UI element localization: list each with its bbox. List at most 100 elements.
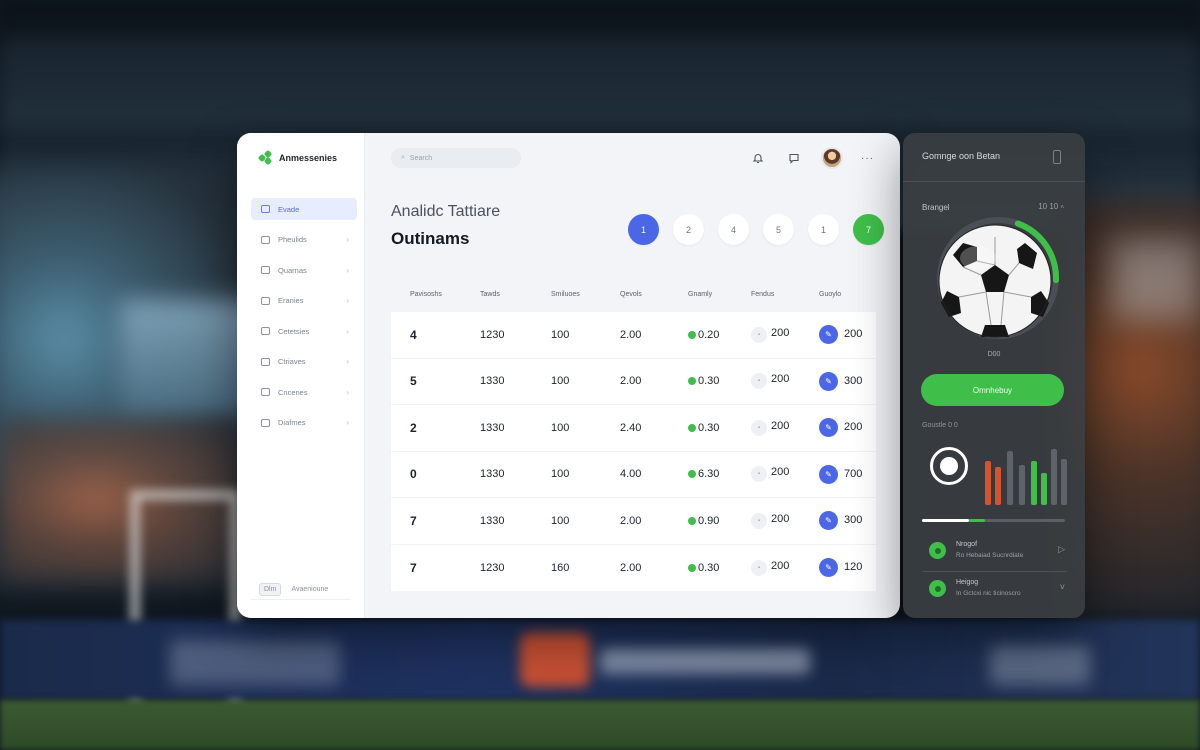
chip-icon: ▪ [751,512,767,529]
topbar-actions: ··· [749,147,874,169]
sidebar-item-7[interactable]: Cncenes › [251,381,357,403]
column-header[interactable]: Tawds [480,291,551,298]
notification-icon[interactable] [749,149,767,167]
page-button[interactable]: 4 [718,214,749,245]
status-dot-icon [688,377,696,386]
cell: 100 [551,421,570,434]
edit-icon[interactable]: ✎ [819,558,838,578]
sidebar-footer[interactable]: Dlm Avaenioune [259,583,328,596]
cell: 5 [410,374,417,389]
column-header[interactable]: Gnamly [688,291,751,298]
cell-value: 200 [771,512,790,525]
cell-value: 200 [771,373,790,386]
sidebar-item-5[interactable]: Cetetsies › [251,320,357,342]
cell-value: 120 [844,561,863,574]
cell: ▪ 200 [751,559,819,576]
sidebar-item-8[interactable]: Diafmes › [251,412,357,434]
soccer-ball-icon [938,224,1052,338]
chip-icon: ▪ [751,419,767,436]
trophy-icon [261,327,270,335]
record-icon [940,457,958,475]
table-row[interactable]: 4 1230 100 2.00 0.20 ▪ 200 ✎ 200 [391,312,876,359]
cell: 100 [551,514,570,527]
cell: 1330 [480,375,505,388]
phone-icon[interactable] [1053,150,1061,164]
sidebar-item-label: Eranies [278,296,304,305]
brand-logo-icon [257,149,273,166]
more-icon[interactable]: ··· [861,153,874,164]
cell: 1330 [480,468,505,481]
background-pitch [0,700,1200,750]
edit-icon[interactable]: ✎ [819,371,838,391]
page-button[interactable]: 2 [673,214,704,245]
list-item[interactable]: Heigog In Gctcxi nic ticinoscro ˅ [922,576,1067,604]
cell-value: 700 [844,467,863,480]
cell: 100 [551,328,570,341]
avatar[interactable] [821,147,843,169]
background-roof [0,40,1200,130]
equalizer-bar [1019,465,1025,505]
sidebar: Anmessenies Evade Pheulids › Quarnas › E… [237,133,365,618]
equalizer-bar [1031,461,1037,505]
cell: 0.30 [688,562,751,574]
sidebar-item-3[interactable]: Quarnas › [251,259,357,281]
record-button[interactable] [930,447,968,485]
chevron-down-icon: ˅ [1059,582,1065,592]
sidebar-footer-chip: Dlm [259,583,282,596]
cell: ▪ 200 [751,373,819,390]
cell: ▪ 200 [751,326,819,343]
background-ad-text-right [990,645,1090,685]
table-row[interactable]: 0 1330 100 4.00 6.30 ▪ 200 ✎ 700 [391,451,876,498]
playback-progress[interactable] [922,519,1065,522]
page-button[interactable]: 7 [853,214,884,245]
table-row[interactable]: 5 1330 100 2.00 0.30 ▪ 200 ✎ 300 [391,358,876,405]
sidebar-item-4[interactable]: Eranies › [251,290,357,312]
list-item[interactable]: Nrogof Ro Hebaiad Sucnrdiate ▷ [922,538,1067,566]
panel-primary-button[interactable]: Omnhebuy [921,374,1064,406]
background-ad-text-left [170,640,340,685]
table-row[interactable]: 7 1330 100 2.00 0.90 ▪ 200 ✎ 300 [391,498,876,545]
table-row[interactable]: 7 1230 160 2.00 0.30 ▪ 200 ✎ 120 [391,544,876,591]
list-item-subtitle: Ro Hebaiad Sucnrdiate [956,552,1024,559]
sidebar-item-2[interactable]: Pheulids › [251,229,357,251]
panel-subtitle-right[interactable]: 10 10 ˄ [1038,202,1064,211]
pagination: 1 2 4 5 1 7 [628,214,884,245]
folder-icon [261,388,270,396]
status-dot-icon [688,563,696,572]
edit-icon[interactable]: ✎ [819,464,838,484]
table-row[interactable]: 2 1330 100 2.40 0.30 ▪ 200 ✎ 200 [391,405,876,452]
column-header[interactable]: Guoylo [819,291,895,298]
column-header[interactable]: Qevols [620,291,688,298]
column-header[interactable]: Smiluoes [551,291,620,298]
brand[interactable]: Anmessenies [257,149,337,166]
edit-icon[interactable]: ✎ [819,418,838,438]
cell: ✎ 300 [819,511,895,531]
equalizer-bar [995,467,1001,505]
sidebar-item-1[interactable]: Evade [251,198,357,220]
sidebar-item-label: Pheulids [278,235,307,244]
equalizer-bar [1007,451,1013,505]
dashboard-window: Anmessenies Evade Pheulids › Quarnas › E… [237,133,900,618]
edit-icon[interactable]: ✎ [819,325,838,345]
page-button[interactable]: 5 [763,214,794,245]
column-header[interactable]: Pavisoshs [410,291,480,298]
search-placeholder: Search [409,154,433,162]
sidebar-item-label: Quarnas [278,265,307,275]
message-icon[interactable] [785,149,803,167]
sidebar-item-6[interactable]: Ctriaves › [251,351,357,373]
calendar-icon [261,296,270,305]
search-input[interactable]: ⌕ Search [391,148,521,168]
table-header: Pavisoshs Tawds Smiluoes Qevols Gnamly F… [391,276,876,312]
column-header[interactable]: Fendus [751,291,819,298]
side-panel: Gomnge oon Betan Brangel 10 10 ˄ D00 Omn… [903,133,1085,618]
page-button[interactable]: 1 [808,214,839,245]
status-dot-icon [688,470,696,479]
background-ad-logo [520,632,590,687]
cell: 0.30 [688,375,751,387]
edit-icon[interactable]: ✎ [819,511,838,531]
sidebar-item-label: Diafmes [278,418,306,427]
cell-value: 200 [771,326,790,339]
progress-fill [922,519,970,522]
page-button[interactable]: 1 [628,214,659,245]
bar-equalizer [981,443,1071,505]
